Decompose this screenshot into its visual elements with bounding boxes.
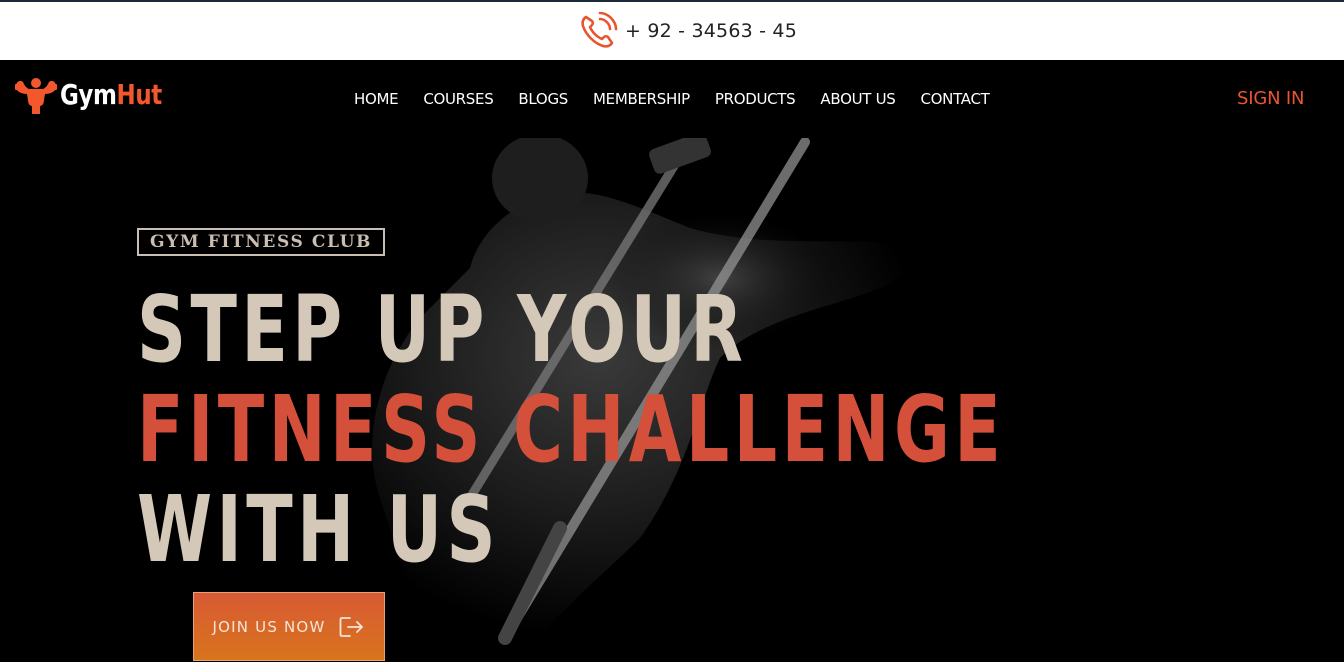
exit-arrow-icon	[340, 616, 364, 637]
brand-name: Gym Hut	[60, 78, 162, 111]
top-contact-bar: + 92 - 34563 - 45	[0, 0, 1344, 60]
hero-section: GYM FITNESS CLUB STEP UP YOUR FITNESS CH…	[0, 138, 1344, 662]
nav-membership[interactable]: MEMBERSHIP	[593, 90, 690, 108]
nav-courses[interactable]: COURSES	[423, 90, 493, 108]
headline-line-2: FITNESS CHALLENGE	[137, 376, 1006, 483]
club-badge: GYM FITNESS CLUB	[137, 228, 385, 256]
join-us-now-button[interactable]: JOIN US NOW	[193, 592, 385, 661]
brand-name-part1: Gym	[60, 77, 117, 111]
headline-line-1: STEP UP YOUR	[137, 276, 748, 383]
brand-logo[interactable]: Gym Hut	[12, 70, 184, 118]
join-button-label: JOIN US NOW	[212, 617, 326, 636]
hero-headline: STEP UP YOUR FITNESS CHALLENGE WITH US	[137, 280, 1310, 580]
nav-contact[interactable]: CONTACT	[921, 90, 990, 108]
nav-products[interactable]: PRODUCTS	[715, 90, 796, 108]
nav-blogs[interactable]: BLOGS	[518, 90, 568, 108]
brand-name-part2: Hut	[116, 77, 163, 111]
headline-line-3: WITH US	[137, 476, 500, 583]
sign-in-link[interactable]: SIGN IN	[1237, 88, 1304, 109]
nav-home[interactable]: HOME	[354, 90, 399, 108]
phone-ringing-icon	[581, 11, 618, 48]
nav-menu: HOME COURSES BLOGS MEMBERSHIP PRODUCTS A…	[354, 90, 990, 108]
main-navbar: Gym Hut HOME COURSES BLOGS MEMBERSHIP PRO…	[0, 60, 1344, 138]
phone-number: + 92 - 34563 - 45	[624, 20, 798, 42]
phone-contact[interactable]: + 92 - 34563 - 45	[577, 10, 797, 52]
bodybuilder-icon	[15, 78, 57, 114]
nav-about-us[interactable]: ABOUT US	[820, 90, 895, 108]
